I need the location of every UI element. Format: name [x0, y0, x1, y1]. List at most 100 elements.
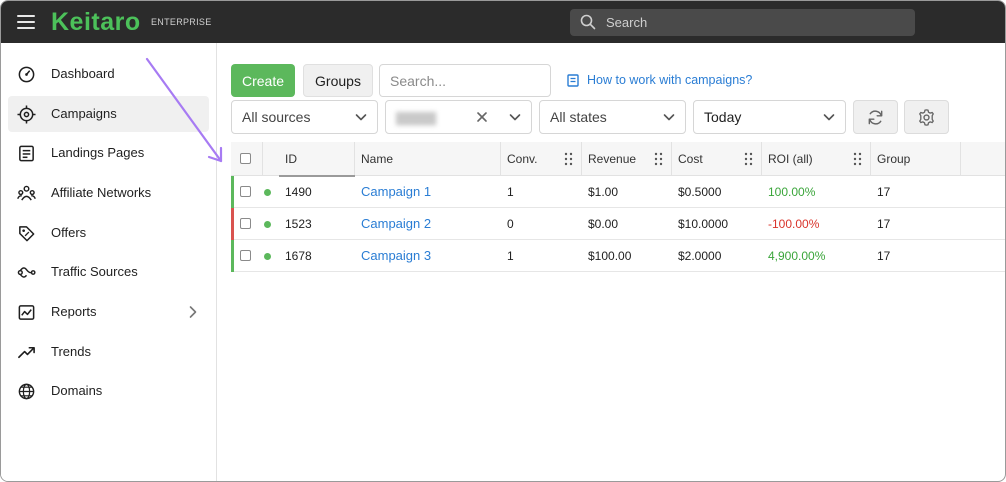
report-icon	[18, 305, 35, 320]
table-row[interactable]: 1490 Campaign 1 1 $1.00 $0.5000 100.00% …	[231, 176, 1005, 208]
column-header-group[interactable]: Group	[871, 142, 961, 176]
menu-icon[interactable]	[17, 15, 35, 29]
create-button[interactable]: Create	[231, 64, 295, 97]
row-checkbox[interactable]	[240, 218, 251, 229]
cell-group: 17	[877, 185, 891, 199]
refresh-button[interactable]	[853, 100, 898, 134]
sidebar-item-trends[interactable]: Trends	[8, 334, 209, 370]
campaign-link[interactable]: Campaign 1	[361, 184, 431, 199]
column-header-label: Group	[877, 152, 911, 166]
refresh-icon	[868, 110, 883, 125]
table-settings-button[interactable]	[904, 100, 949, 134]
row-status-bar	[231, 176, 234, 208]
table-header: ID Name Conv. Revenue Cost ROI (all) Gro…	[231, 142, 1005, 177]
column-header-cost[interactable]: Cost	[672, 142, 762, 176]
column-header-name[interactable]: Name	[355, 142, 501, 176]
sidebar-item-campaigns[interactable]: Campaigns	[8, 96, 209, 132]
help-link-label: How to work with campaigns?	[587, 73, 753, 87]
cell-conv: 1	[507, 185, 514, 199]
sidebar-item-offers[interactable]: Offers	[8, 215, 209, 251]
traffic-source-icon	[17, 267, 36, 278]
cell-cost: $2.0000	[678, 249, 722, 263]
column-header-label: Name	[361, 152, 394, 166]
sidebar-item-reports[interactable]: Reports	[8, 294, 209, 330]
sidebar-item-label: Dashboard	[51, 66, 115, 81]
campaign-search-input[interactable]	[380, 65, 550, 96]
cell-revenue: $1.00	[588, 185, 619, 199]
drag-handle-icon[interactable]	[564, 152, 573, 166]
affiliate-network-icon	[17, 185, 36, 201]
sidebar-item-label: Offers	[51, 225, 87, 240]
campaign-link[interactable]: Campaign 2	[361, 216, 431, 231]
sidebar-item-domains[interactable]: Domains	[8, 373, 209, 409]
table-row[interactable]: 1678 Campaign 3 1 $100.00 $2.0000 4,900.…	[231, 240, 1005, 272]
status-dot	[264, 189, 271, 196]
cell-roi: 100.00%	[768, 185, 816, 199]
sidebar-item-label: Affiliate Networks	[51, 185, 152, 200]
campaign-link[interactable]: Campaign 3	[361, 248, 431, 263]
cell-id: 1490	[285, 185, 312, 199]
status-dot	[264, 253, 271, 260]
period-select[interactable]: Today	[693, 100, 846, 134]
cell-conv: 1	[507, 249, 514, 263]
column-header-label: Conv.	[507, 152, 538, 166]
chevron-down-icon	[823, 114, 835, 121]
select-all-column	[231, 142, 263, 176]
row-status-bar	[231, 240, 234, 272]
column-header-roi[interactable]: ROI (all)	[762, 142, 871, 176]
campaign-search[interactable]	[379, 64, 551, 97]
column-header-id[interactable]: ID	[279, 142, 355, 177]
trend-icon	[18, 346, 35, 359]
row-status-bar	[231, 208, 234, 240]
chevron-down-icon	[509, 114, 521, 121]
gear-icon	[919, 109, 934, 126]
chevron-down-icon	[355, 114, 367, 121]
clear-icon[interactable]	[476, 111, 488, 123]
sidebar-item-dashboard[interactable]: Dashboard	[8, 56, 209, 92]
sidebar-item-landing-pages[interactable]: Landings Pages	[8, 135, 209, 171]
book-icon	[567, 73, 579, 87]
cell-id: 1523	[285, 217, 312, 231]
cell-revenue: $0.00	[588, 217, 619, 231]
sidebar-item-label: Campaigns	[51, 106, 117, 121]
select-all-checkbox[interactable]	[240, 153, 251, 164]
groups-button[interactable]: Groups	[303, 64, 373, 97]
search-icon	[580, 14, 596, 30]
edition-label: ENTERPRISE	[151, 17, 212, 27]
column-header-revenue[interactable]: Revenue	[582, 142, 672, 176]
landing-page-icon	[19, 145, 34, 162]
column-header-label: ROI (all)	[768, 152, 813, 166]
help-link[interactable]: How to work with campaigns?	[567, 73, 752, 87]
redacted-filter-select[interactable]: ▇▇▇▇	[385, 100, 532, 134]
row-checkbox[interactable]	[240, 186, 251, 197]
sidebar-item-traffic-sources[interactable]: Traffic Sources	[8, 254, 209, 290]
drag-handle-icon[interactable]	[744, 152, 753, 166]
cell-revenue: $100.00	[588, 249, 632, 263]
states-select[interactable]: All states	[539, 100, 686, 134]
period-select-value: Today	[704, 109, 742, 125]
chevron-down-icon	[663, 114, 675, 121]
top-bar: Keitaro ENTERPRISE Search	[1, 1, 1005, 43]
column-header-conv[interactable]: Conv.	[501, 142, 582, 176]
global-search-input[interactable]: Search	[570, 9, 915, 36]
cell-group: 17	[877, 249, 891, 263]
drag-handle-icon[interactable]	[853, 152, 862, 166]
sidebar-item-affiliate-networks[interactable]: Affiliate Networks	[8, 175, 209, 211]
column-header-label: ID	[285, 152, 297, 166]
states-select-value: All states	[550, 109, 607, 125]
drag-handle-icon[interactable]	[654, 152, 663, 166]
main-content: Create Groups How to work with campaigns…	[217, 43, 1005, 481]
row-checkbox[interactable]	[240, 250, 251, 261]
sidebar-item-label: Landings Pages	[51, 145, 145, 160]
table-row[interactable]: 1523 Campaign 2 0 $0.00 $10.0000 -100.00…	[231, 208, 1005, 240]
target-icon	[17, 105, 36, 124]
cell-roi: 4,900.00%	[768, 249, 826, 263]
cell-roi: -100.00%	[768, 217, 820, 231]
sidebar-item-label: Domains	[51, 383, 103, 398]
column-header-label: Revenue	[588, 152, 637, 166]
app-logo[interactable]: Keitaro	[51, 8, 141, 36]
sources-select[interactable]: All sources	[231, 100, 378, 134]
sidebar-item-label: Reports	[51, 304, 97, 319]
chevron-right-icon	[189, 306, 197, 318]
app-window: Keitaro ENTERPRISE Search Dashboard Camp…	[0, 0, 1006, 482]
